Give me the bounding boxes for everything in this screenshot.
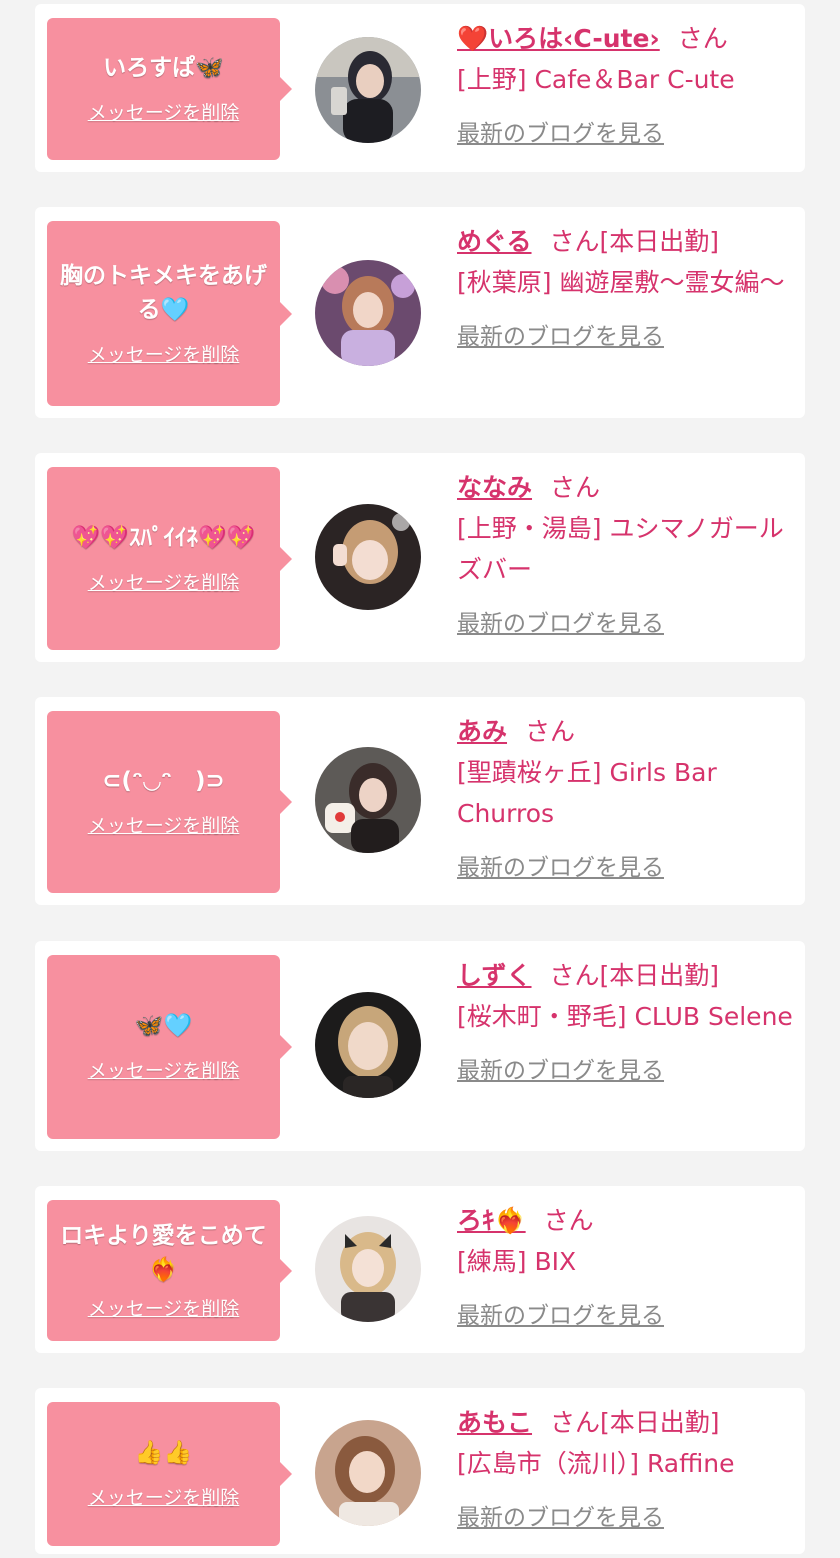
honorific: さん <box>550 1408 601 1437</box>
girl-info: めぐる さん[本日出勤] [秋葉原] 幽遊屋敷～霊女編～ 最新のブログを見る <box>457 221 793 358</box>
list-item: いろすぱ🦋 メッセージを削除 ❤️いろは‹C-ute› さん [上野] Cafe＆… <box>35 4 805 172</box>
shop-name: [上野・湯島] ユシマノガールズバー <box>457 514 784 584</box>
shop-name: [広島市（流川）] Raffine <box>457 1449 735 1478</box>
avatar[interactable] <box>315 260 421 366</box>
avatar[interactable] <box>315 992 421 1098</box>
shop-name: [練馬] BIX <box>457 1247 577 1276</box>
shop-name: [聖蹟桜ヶ丘] Girls Bar Churros <box>457 758 717 828</box>
list-item: ⊂(ᵔ◡ᵔ )⊃ メッセージを削除 あみ さん [聖蹟桜ヶ丘] Girls Bar… <box>35 697 805 905</box>
honorific: さん <box>549 961 600 990</box>
delete-message-link[interactable]: メッセージを削除 <box>88 812 240 840</box>
avatar[interactable] <box>315 1420 421 1526</box>
delete-message-link[interactable]: メッセージを削除 <box>88 341 240 369</box>
message-bubble: 胸のトキメキをあげる🩵 メッセージを削除 <box>47 221 292 406</box>
girl-name-link[interactable]: ななみ <box>457 473 532 502</box>
message-text: 🦋🩵 <box>134 1013 193 1039</box>
honorific: さん <box>543 1206 594 1235</box>
message-text: 💖💖ｽﾊﾟｲｲﾈ💖💖 <box>71 524 256 551</box>
honorific: さん <box>549 227 600 256</box>
girl-info: あもこ さん[本日出勤] [広島市（流川）] Raffine 最新のブログを見る <box>457 1402 793 1539</box>
delete-message-link[interactable]: メッセージを削除 <box>88 569 240 597</box>
honorific: さん <box>550 473 601 502</box>
message-bubble: ロキより愛をこめて❤️‍🔥 メッセージを削除 <box>47 1200 292 1341</box>
message-bubble: 🦋🩵 メッセージを削除 <box>47 955 292 1139</box>
latest-blog-link[interactable]: 最新のブログを見る <box>457 114 664 155</box>
girl-name-link[interactable]: めぐる <box>457 227 532 256</box>
latest-blog-link[interactable]: 最新のブログを見る <box>457 604 664 645</box>
avatar[interactable] <box>315 37 421 143</box>
girl-name-link[interactable]: あみ <box>457 717 507 746</box>
girl-info: ろｷ❤️‍🔥 さん [練馬] BIX 最新のブログを見る <box>457 1200 793 1337</box>
list-item: 👍👍 メッセージを削除 あもこ さん[本日出勤] [広島市（流川）] Raffin… <box>35 1388 805 1554</box>
girl-info: しずく さん[本日出勤] [桜木町・野毛] CLUB Selene 最新のブログを… <box>457 955 793 1092</box>
latest-blog-link[interactable]: 最新のブログを見る <box>457 1051 664 1092</box>
delete-message-link[interactable]: メッセージを削除 <box>88 1295 240 1323</box>
avatar[interactable] <box>315 504 421 610</box>
delete-message-link[interactable]: メッセージを削除 <box>88 99 240 127</box>
attendance-status: [本日出勤] <box>599 961 720 990</box>
list-item: 🦋🩵 メッセージを削除 しずく さん[本日出勤] [桜木町・野毛] CLUB Se… <box>35 941 805 1151</box>
girl-info: ❤️いろは‹C-ute› さん [上野] Cafe＆Bar C-ute 最新のブロ… <box>457 18 793 155</box>
avatar[interactable] <box>315 1216 421 1322</box>
latest-blog-link[interactable]: 最新のブログを見る <box>457 1498 664 1539</box>
message-bubble: ⊂(ᵔ◡ᵔ )⊃ メッセージを削除 <box>47 711 292 893</box>
attendance-status: [本日出勤] <box>600 1408 720 1437</box>
message-bubble: 💖💖ｽﾊﾟｲｲﾈ💖💖 メッセージを削除 <box>47 467 292 650</box>
delete-message-link[interactable]: メッセージを削除 <box>88 1057 240 1085</box>
list-item: 胸のトキメキをあげる🩵 メッセージを削除 めぐる さん[本日出勤] [秋葉原] 幽… <box>35 207 805 418</box>
delete-message-link[interactable]: メッセージを削除 <box>88 1484 240 1512</box>
honorific: さん <box>525 717 576 746</box>
avatar[interactable] <box>315 747 421 853</box>
girl-name-link[interactable]: しずく <box>457 961 532 990</box>
girl-name-link[interactable]: ろｷ❤️‍🔥 <box>457 1206 526 1235</box>
message-bubble: 👍👍 メッセージを削除 <box>47 1402 292 1546</box>
message-text: 胸のトキメキをあげる🩵 <box>60 262 267 323</box>
message-text: ロキより愛をこめて❤️‍🔥 <box>60 1222 267 1283</box>
message-list: いろすぱ🦋 メッセージを削除 ❤️いろは‹C-ute› さん [上野] Cafe＆… <box>0 0 840 1558</box>
message-text: いろすぱ🦋 <box>103 55 224 81</box>
girl-name-link[interactable]: ❤️いろは‹C-ute› <box>457 24 660 53</box>
latest-blog-link[interactable]: 最新のブログを見る <box>457 848 664 889</box>
list-item: 💖💖ｽﾊﾟｲｲﾈ💖💖 メッセージを削除 ななみ さん [上野・湯島] ユシマノガー… <box>35 453 805 662</box>
latest-blog-link[interactable]: 最新のブログを見る <box>457 317 664 358</box>
message-bubble: いろすぱ🦋 メッセージを削除 <box>47 18 292 160</box>
girl-name-link[interactable]: あもこ <box>457 1408 532 1437</box>
honorific: さん <box>677 24 728 53</box>
shop-name: [上野] Cafe＆Bar C-ute <box>457 65 735 94</box>
girl-info: あみ さん [聖蹟桜ヶ丘] Girls Bar Churros 最新のブログを見る <box>457 711 793 889</box>
message-text: ⊂(ᵔ◡ᵔ )⊃ <box>102 768 225 794</box>
latest-blog-link[interactable]: 最新のブログを見る <box>457 1296 664 1337</box>
attendance-status: [本日出勤] <box>599 227 720 256</box>
girl-info: ななみ さん [上野・湯島] ユシマノガールズバー 最新のブログを見る <box>457 467 793 645</box>
list-item: ロキより愛をこめて❤️‍🔥 メッセージを削除 ろｷ❤️‍🔥 さん [練馬] BIX… <box>35 1186 805 1353</box>
message-text: 👍👍 <box>134 1440 193 1466</box>
shop-name: [秋葉原] 幽遊屋敷～霊女編～ <box>457 268 785 297</box>
shop-name: [桜木町・野毛] CLUB Selene <box>457 1002 793 1031</box>
